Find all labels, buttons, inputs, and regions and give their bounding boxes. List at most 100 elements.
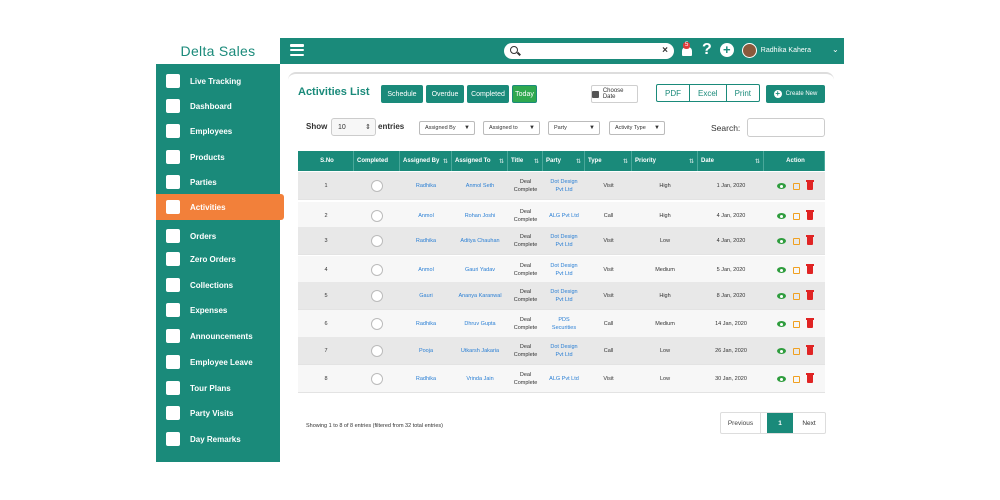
username[interactable]: Radhika Kahera bbox=[761, 47, 811, 54]
cell-to[interactable]: Aditya Chauhan bbox=[452, 227, 508, 255]
avatar[interactable] bbox=[741, 42, 757, 58]
sort-icon[interactable]: ⇅ bbox=[534, 158, 539, 165]
cell-party[interactable]: PDS Securities bbox=[543, 310, 585, 338]
assigned-to-select[interactable]: Assigned to bbox=[483, 121, 540, 135]
clear-search-icon[interactable]: × bbox=[662, 45, 668, 56]
edit-icon[interactable] bbox=[792, 292, 800, 300]
cell-to[interactable]: Rohan Joshi bbox=[452, 202, 508, 230]
global-search-input[interactable] bbox=[520, 44, 654, 58]
sidebar-item-party-visits[interactable]: Party Visits bbox=[156, 400, 280, 426]
sidebar-item-collections[interactable]: Collections bbox=[156, 272, 280, 298]
cell-party[interactable]: ALG Pvt Ltd bbox=[543, 202, 585, 230]
sidebar-item-announcements[interactable]: Announcements bbox=[156, 323, 280, 349]
column-header-party[interactable]: Party ⇅ bbox=[543, 151, 585, 171]
delete-trash-icon[interactable] bbox=[805, 264, 814, 274]
delete-trash-icon[interactable] bbox=[805, 373, 814, 383]
sort-icon[interactable]: ⇅ bbox=[443, 158, 448, 165]
choose-date-button[interactable]: Choose Date bbox=[591, 85, 638, 103]
sidebar-item-products[interactable]: Products bbox=[156, 144, 280, 170]
sidebar-item-employee-leave[interactable]: Employee Leave bbox=[156, 349, 280, 375]
add-icon[interactable]: + bbox=[719, 43, 734, 57]
completed-radio[interactable] bbox=[371, 235, 383, 247]
table-row[interactable]: 6 Radhika Dhruv Gupta Deal Complete PDS Secu… bbox=[298, 310, 825, 338]
view-eye-icon[interactable] bbox=[776, 213, 786, 219]
column-header-type[interactable]: Type ⇅ bbox=[585, 151, 632, 171]
column-header-action[interactable]: Action bbox=[764, 151, 825, 171]
delete-trash-icon[interactable] bbox=[805, 210, 814, 220]
view-eye-icon[interactable] bbox=[776, 321, 786, 327]
column-header-completed[interactable]: Completed bbox=[354, 151, 400, 171]
table-row[interactable]: 1 Radhika Anmol Seth Deal Complete Dot Desig… bbox=[298, 172, 825, 200]
help-icon[interactable]: ? bbox=[702, 42, 712, 58]
table-row[interactable]: 2 Anmol Rohan Joshi Deal Complete ALG Pvt Lt… bbox=[298, 202, 825, 230]
cell-by[interactable]: Pooja bbox=[400, 337, 452, 365]
edit-icon[interactable] bbox=[792, 375, 800, 383]
completed-button[interactable]: Completed bbox=[467, 85, 509, 103]
sort-icon[interactable]: ⇅ bbox=[623, 158, 628, 165]
column-header-priority[interactable]: Priority ⇅ bbox=[632, 151, 698, 171]
overdue-button[interactable]: Overdue bbox=[426, 85, 464, 103]
cell-by[interactable]: Radhika bbox=[400, 227, 452, 255]
pdf-button[interactable]: PDF bbox=[657, 85, 690, 101]
table-row[interactable]: 7 Pooja Utkarsh Jakaria Deal Complete Dot De… bbox=[298, 337, 825, 365]
sort-icon[interactable]: ⇅ bbox=[499, 158, 504, 165]
table-row[interactable]: 5 Gauri Ananya Karanwal Deal Complete Dot De… bbox=[298, 282, 825, 310]
sidebar-item-employees[interactable]: Employees bbox=[156, 118, 280, 144]
sort-icon[interactable]: ⇅ bbox=[576, 158, 581, 165]
page-1-button[interactable]: 1 bbox=[767, 413, 793, 433]
cell-by[interactable]: Radhika bbox=[400, 172, 452, 200]
cell-by[interactable]: Anmol bbox=[400, 202, 452, 230]
view-eye-icon[interactable] bbox=[776, 348, 786, 354]
delete-trash-icon[interactable] bbox=[805, 235, 814, 245]
view-eye-icon[interactable] bbox=[776, 376, 786, 382]
create-new-button[interactable]: + Create New bbox=[766, 85, 825, 103]
delete-trash-icon[interactable] bbox=[805, 318, 814, 328]
notification-bell-icon[interactable]: 5 bbox=[680, 42, 694, 58]
cell-party[interactable]: Dot Design Pvt Ltd bbox=[543, 172, 585, 200]
completed-radio[interactable] bbox=[371, 318, 383, 330]
cell-by[interactable]: Anmol bbox=[400, 256, 452, 284]
cell-to[interactable]: Ananya Karanwal bbox=[452, 282, 508, 310]
sidebar-item-dashboard[interactable]: Dashboard bbox=[156, 93, 280, 119]
view-eye-icon[interactable] bbox=[776, 238, 786, 244]
cell-to[interactable]: Anmol Seth bbox=[452, 172, 508, 200]
today-button[interactable]: Today bbox=[512, 85, 537, 103]
completed-radio[interactable] bbox=[371, 290, 383, 302]
view-eye-icon[interactable] bbox=[776, 183, 786, 189]
view-eye-icon[interactable] bbox=[776, 267, 786, 273]
global-search[interactable]: × bbox=[504, 43, 674, 59]
schedule-button[interactable]: Schedule bbox=[381, 85, 423, 103]
sidebar-item-tour-plans[interactable]: Tour Plans bbox=[156, 375, 280, 401]
sidebar-item-day-remarks[interactable]: Day Remarks bbox=[156, 426, 280, 452]
sidebar-item-parties[interactable]: Parties bbox=[156, 169, 280, 195]
cell-to[interactable]: Utkarsh Jakaria bbox=[452, 337, 508, 365]
cell-party[interactable]: Dot Design Pvt Ltd bbox=[543, 282, 585, 310]
sort-icon[interactable]: ⇅ bbox=[755, 158, 760, 165]
next-page-button[interactable]: Next bbox=[793, 413, 825, 433]
sort-icon[interactable]: ⇅ bbox=[689, 158, 694, 165]
cell-party[interactable]: Dot Design Pvt Ltd bbox=[543, 337, 585, 365]
menu-icon[interactable] bbox=[290, 44, 304, 56]
chevron-down-icon[interactable]: ⌄ bbox=[832, 45, 839, 54]
column-header-assigned-by[interactable]: Assigned By ⇅ bbox=[400, 151, 452, 171]
completed-radio[interactable] bbox=[371, 373, 383, 385]
delete-trash-icon[interactable] bbox=[805, 290, 814, 300]
edit-icon[interactable] bbox=[792, 212, 800, 220]
table-row[interactable]: 8 Radhika Vrinda Jain Deal Complete ALG Pvt … bbox=[298, 365, 825, 393]
entries-select[interactable]: 10 bbox=[331, 118, 376, 136]
sidebar-item-live-tracking[interactable]: Live Tracking bbox=[156, 68, 280, 94]
column-header-assigned-to[interactable]: Assigned To ⇅ bbox=[452, 151, 508, 171]
party-select[interactable]: Party bbox=[548, 121, 600, 135]
sidebar-item-zero-orders[interactable]: Zero Orders bbox=[156, 246, 280, 272]
delete-trash-icon[interactable] bbox=[805, 345, 814, 355]
cell-party[interactable]: Dot Design Pvt Ltd bbox=[543, 256, 585, 284]
view-eye-icon[interactable] bbox=[776, 293, 786, 299]
table-row[interactable]: 4 Anmol Gauri Yadav Deal Complete Dot Design… bbox=[298, 256, 825, 284]
completed-radio[interactable] bbox=[371, 210, 383, 222]
print-button[interactable]: Print bbox=[727, 85, 759, 101]
cell-to[interactable]: Dhruv Gupta bbox=[452, 310, 508, 338]
sidebar-item-expenses[interactable]: Expenses bbox=[156, 297, 280, 323]
cell-to[interactable]: Gauri Yadav bbox=[452, 256, 508, 284]
previous-page-button[interactable]: Previous bbox=[721, 413, 761, 433]
completed-radio[interactable] bbox=[371, 180, 383, 192]
